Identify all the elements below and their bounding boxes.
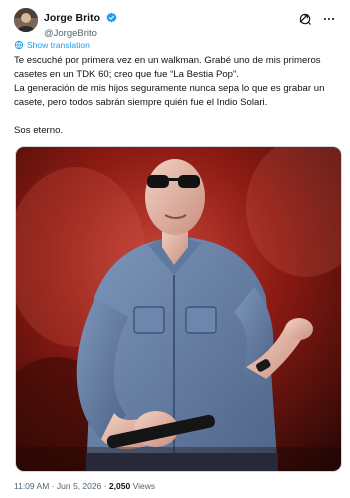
tweet-line: Sos eterno.	[14, 125, 64, 136]
author-avatar[interactable]	[14, 8, 38, 32]
more-options-icon[interactable]	[322, 12, 336, 26]
show-translation-label: Show translation	[27, 40, 90, 50]
author-display-name[interactable]: Jorge Brito	[44, 12, 100, 24]
grok-icon[interactable]	[298, 12, 312, 26]
verified-badge-icon	[106, 12, 117, 23]
avatar-photo-icon	[14, 8, 38, 32]
tweet-date[interactable]: Jun 5, 2026	[57, 481, 101, 491]
tweet-header: Jorge Brito @JorgeBrito	[14, 8, 336, 39]
header-actions	[292, 10, 336, 26]
tweet-line: Te escuché por primera vez en un walkman…	[14, 55, 321, 66]
views-label: Views	[132, 481, 156, 491]
meta-separator: ·	[103, 481, 107, 491]
author-handle[interactable]: @JorgeBrito	[44, 28, 117, 39]
tweet-line: La generación de mis hijos seguramente n…	[14, 83, 325, 94]
tweet-line: casete, pero todos sabrán siempre quién …	[14, 97, 268, 108]
tweet-text: Te escuché por primera vez en un walkman…	[14, 54, 336, 138]
globe-icon	[14, 40, 24, 50]
tweet-time[interactable]: 11:09 AM	[14, 481, 49, 491]
tweet-media-photo[interactable]	[15, 146, 342, 472]
tweet-line: casetes en un TDK 60; creo que fue “La B…	[14, 69, 239, 80]
meta-separator: ·	[51, 481, 55, 491]
show-translation-link[interactable]: Show translation	[14, 40, 90, 50]
tweet-meta: 11:09 AM · Jun 5, 2026 · 2,050 Views	[14, 481, 155, 491]
author-names: Jorge Brito @JorgeBrito	[44, 9, 117, 39]
singer-on-stage-photo	[16, 147, 341, 471]
views-count: 2,050	[108, 481, 131, 491]
